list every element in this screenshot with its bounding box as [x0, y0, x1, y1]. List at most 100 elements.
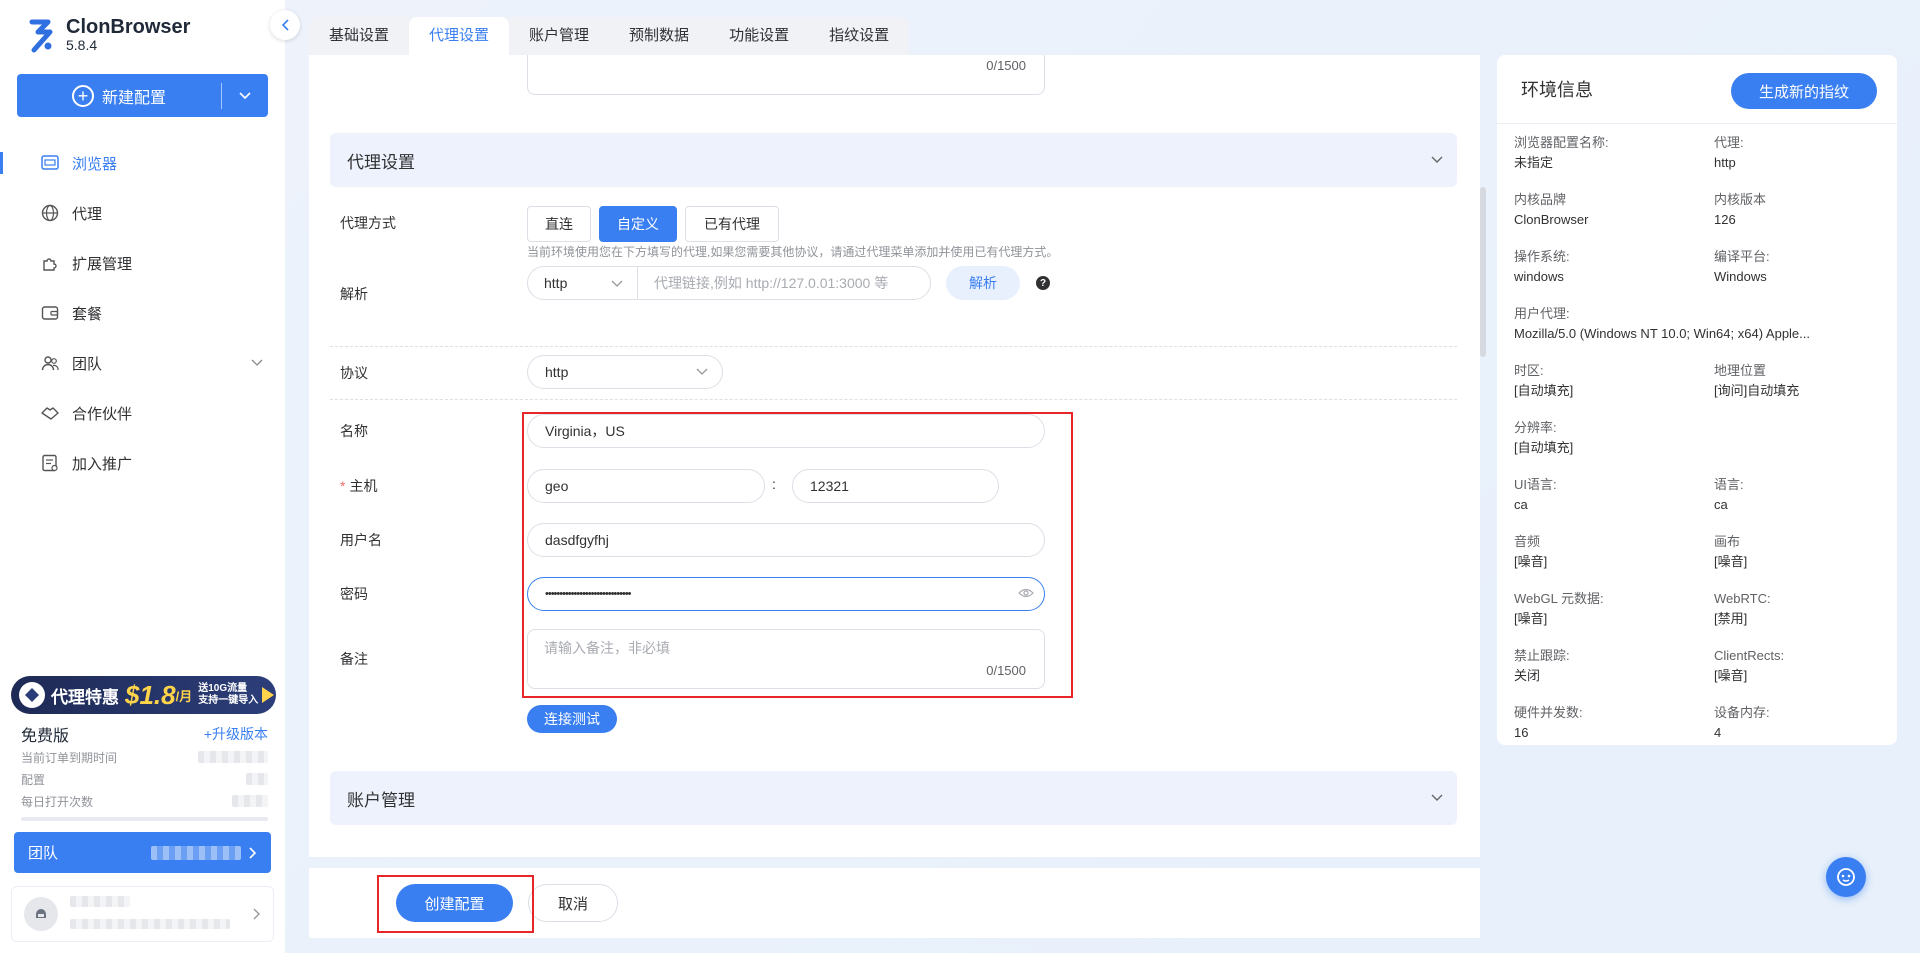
chevron-down-icon: [611, 280, 623, 287]
team-icon: [40, 353, 60, 373]
sidebar-item-label: 合作伙伴: [72, 405, 133, 423]
new-config-main[interactable]: + 新建配置: [17, 74, 221, 117]
env-field-label: 用户代理:: [1514, 306, 1570, 321]
previous-textarea[interactable]: 0/1500: [527, 55, 1045, 95]
tab-features[interactable]: 功能设置: [709, 17, 809, 55]
chevron-down-icon: [1431, 794, 1443, 801]
promo-line2: 支持一键导入: [198, 695, 259, 706]
promo-subtext: 送10G流量 支持一键导入: [198, 683, 258, 707]
sidebar-item-label: 代理: [72, 205, 103, 223]
env-field: 浏览器配置名称: 未指定: [1514, 130, 1714, 187]
tab-proxy[interactable]: 代理设置: [409, 17, 510, 55]
tab-fingerprint[interactable]: 指纹设置: [809, 17, 909, 55]
chat-bot-icon: [1837, 868, 1855, 886]
env-field: 编译平台: Windows: [1714, 244, 1884, 301]
env-field-value: 126: [1714, 212, 1736, 227]
proxy-promo-banner[interactable]: 代理特惠 $1.8 /月 送10G流量 支持一键导入: [11, 676, 276, 714]
help-icon[interactable]: ?: [1036, 276, 1050, 290]
tab-accounts[interactable]: 账户管理: [509, 17, 609, 55]
scrollbar[interactable]: [1480, 187, 1486, 357]
env-field-value: ClonBrowser: [1514, 212, 1589, 227]
play-arrow-icon: [262, 687, 275, 703]
generate-fingerprint-button[interactable]: 生成新的指纹: [1731, 73, 1877, 109]
sidebar-item-partners[interactable]: 合作伙伴: [0, 388, 285, 438]
proxy-section-header[interactable]: 代理设置: [330, 133, 1457, 187]
new-config-dropdown[interactable]: [222, 74, 268, 117]
proxy-mode-existing[interactable]: 已有代理: [685, 206, 779, 242]
env-field: ClientRects: [噪音]: [1714, 643, 1884, 700]
sidebar-item-browser[interactable]: 浏览器: [0, 138, 285, 188]
config-tabs: 基础设置 代理设置 账户管理 预制数据 功能设置 指纹设置: [309, 17, 910, 55]
redacted-team-name: [151, 845, 241, 860]
sidebar-item-label: 扩展管理: [72, 255, 133, 273]
parse-protocol-value: http: [544, 275, 568, 291]
sidebar-item-plans[interactable]: 套餐: [0, 288, 285, 338]
sidebar-item-promote[interactable]: 加入推广: [0, 438, 285, 488]
sidebar-nav: 浏览器 代理 扩展管理 套餐 团队 合作伙伴 加入推广: [0, 138, 285, 488]
sidebar-item-proxy[interactable]: 代理: [0, 188, 285, 238]
team-label: 团队: [28, 845, 59, 862]
chevron-right-icon: [249, 846, 257, 859]
chevron-down-icon: [1431, 156, 1443, 163]
sidebar-item-label: 套餐: [72, 305, 103, 323]
new-config-button[interactable]: + 新建配置: [17, 74, 268, 117]
proxy-hint-text: 当前环境使用您在下方填写的代理,如果您需要其他协议，请通过代理菜单添加并使用已有…: [527, 245, 1059, 259]
handshake-icon: [40, 403, 60, 423]
env-field-value: [噪音]: [1514, 554, 1548, 569]
cancel-button[interactable]: 取消: [528, 884, 618, 922]
environment-info-panel: 环境信息 生成新的指纹 浏览器配置名称: 未指定 代理: http 内核品牌 ClonBr…: [1497, 55, 1897, 745]
proxy-mode-custom[interactable]: 自定义: [599, 206, 677, 242]
collapse-sidebar-button[interactable]: [270, 10, 300, 40]
parse-button[interactable]: 解析: [946, 266, 1020, 300]
sidebar-item-team[interactable]: 团队: [0, 338, 285, 388]
env-field-value: 16: [1514, 725, 1529, 740]
env-field-value: [自动填充]: [1514, 440, 1574, 455]
env-field-value: [禁用]: [1714, 611, 1748, 626]
env-field-value: 关闭: [1514, 668, 1541, 683]
divider: [330, 399, 1457, 400]
connection-test-button[interactable]: 连接测试: [527, 705, 617, 733]
env-field-label: WebGL 元数据:: [1514, 591, 1604, 606]
tab-basic[interactable]: 基础设置: [309, 17, 409, 55]
proxy-url-input[interactable]: 代理链接,例如 http://127.0.01:3000 等: [638, 273, 930, 293]
redacted-username: [70, 896, 130, 907]
env-title: 环境信息: [1521, 80, 1593, 100]
sidebar-item-label: 浏览器: [72, 155, 118, 173]
protocol-select[interactable]: http: [527, 355, 723, 389]
account-section-header[interactable]: 账户管理: [330, 771, 1457, 825]
env-field: WebGL 元数据: [噪音]: [1514, 586, 1714, 643]
env-field: 设备内存: 4: [1714, 700, 1884, 757]
proxy-mode-direct[interactable]: 直连: [527, 206, 591, 242]
plan-config-label: 配置: [21, 772, 46, 787]
env-field-label: UI语言:: [1514, 477, 1557, 492]
env-field-value: http: [1714, 155, 1736, 170]
tab-preset-data[interactable]: 预制数据: [609, 17, 709, 55]
puzzle-icon: [40, 253, 60, 273]
name-label: 名称: [340, 423, 368, 439]
proxy-mode-label: 代理方式: [340, 215, 396, 231]
chevron-down-icon: [239, 91, 251, 99]
redacted-email: [70, 919, 230, 929]
env-field: 禁止跟踪: 关闭: [1514, 643, 1714, 700]
new-config-label: 新建配置: [101, 89, 166, 107]
redacted-value: [246, 773, 268, 785]
browser-icon: [40, 153, 60, 173]
host-label: * 主机: [340, 478, 378, 494]
sidebar-item-extensions[interactable]: 扩展管理: [0, 238, 285, 288]
team-switch-button[interactable]: 团队: [14, 832, 271, 873]
plan-name: 免费版: [21, 728, 70, 745]
env-field-label: 禁止跟踪:: [1514, 648, 1570, 663]
highlight-box: [522, 412, 1073, 698]
upgrade-link[interactable]: +升级版本: [204, 724, 268, 744]
protocol-label: 协议: [340, 365, 368, 381]
env-field: 用户代理: Mozilla/5.0 (Windows NT 10.0; Win64…: [1514, 301, 1884, 358]
env-info-grid: 浏览器配置名称: 未指定 代理: http 内核品牌 ClonBrowser 内核版本 126…: [1514, 130, 1884, 757]
divider: [330, 346, 1457, 347]
parse-protocol-select[interactable]: http: [528, 267, 638, 299]
app-version: 5.8.4: [66, 37, 98, 53]
env-field: 分辨率: [自动填充]: [1514, 415, 1884, 472]
highlight-box: [377, 875, 534, 933]
globe-icon: [40, 203, 60, 223]
support-chat-button[interactable]: [1826, 857, 1866, 897]
user-card[interactable]: [11, 886, 274, 942]
